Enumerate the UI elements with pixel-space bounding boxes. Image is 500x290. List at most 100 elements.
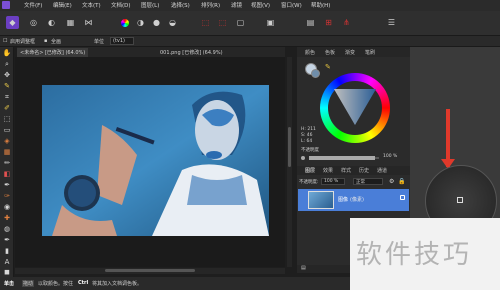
watermark-area: 软件技巧 [350,218,500,290]
color-triangle[interactable] [332,87,378,127]
tab-color[interactable]: 颜色 [305,49,315,56]
paint-brush-icon[interactable]: ✏ [2,159,12,168]
tab-swatches[interactable]: 色板 [325,49,335,56]
status-prefix: 单击 [4,281,15,287]
color-swatch-icon[interactable]: ◼ [2,268,12,277]
levels-icon[interactable]: ● [150,16,163,29]
color-wheel-icon[interactable] [118,16,131,29]
gradient-tool-icon[interactable]: ▦ [2,148,12,157]
tab-effects[interactable]: 效果 [323,167,333,174]
color-wheel[interactable] [320,73,390,143]
menu-arrange[interactable]: 排列(R) [201,1,220,9]
selection-mode-icon[interactable]: ▢ [234,16,247,29]
canvas-photo[interactable] [42,85,269,236]
share-icon[interactable]: ⋈ [82,16,95,29]
contrast-icon[interactable]: ◑ [134,16,147,29]
develop-persona-icon[interactable]: ◐ [45,16,58,29]
crop-tool-icon[interactable]: ⌗ [2,93,12,102]
magnet-icon[interactable]: ⋔ [340,16,353,29]
color-picker-icon[interactable]: ✎ [2,82,12,91]
liquify-persona-icon[interactable]: ◎ [27,16,40,29]
pen-tool-icon[interactable]: ✒ [2,236,12,245]
assistant-icon[interactable]: ☰ [385,16,398,29]
status-bar: 单击 拖动 以取颜色。按住 Ctrl 将其加入文档调色板。 [0,277,350,290]
layer-row[interactable]: 图像 (像素) [298,189,409,211]
menu-filters[interactable]: 滤镜 [231,1,242,9]
view-tool-icon[interactable]: ✋ [2,49,12,58]
menu-document[interactable]: 文档(D) [111,1,131,9]
freehand-select-icon[interactable]: ⬚ [216,16,229,29]
eyedropper-icon[interactable]: ✎ [325,63,331,71]
opacity-value[interactable]: 100 % [383,154,397,159]
selection-brush-icon[interactable]: ✐ [2,104,12,113]
layer-select[interactable]: 全画 [51,38,61,45]
unit-select[interactable]: (tv1) [110,37,134,45]
settings-icon[interactable]: ⚙ [389,178,394,185]
layer-opacity-input[interactable]: 100 % [321,178,345,185]
flood-fill-icon[interactable]: ◈ [2,137,12,146]
document-tabs: <未命名> [已修改] (64.0%) 001.png [已修改] (64.9%… [17,47,285,57]
photo-persona-icon[interactable]: ◆ [6,16,19,29]
layer-opacity-label: 不透明度: [299,180,319,185]
main-toolbar: ◆ ◎ ◐ ▦ ⋈ ◑ ● ◒ ⬚ ⬚ ▢ ▣ ▤ ⊞ ⋔ ☰ [0,11,500,36]
marquee-select-icon[interactable]: ⬚ [199,16,212,29]
menu-layer[interactable]: 图层(L) [141,1,159,9]
tone-map-persona-icon[interactable]: ▦ [64,16,77,29]
saturation-value: S: 46 [301,133,313,138]
tab-history[interactable]: 历史 [359,167,369,174]
shape-tool-icon[interactable]: ▮ [2,247,12,256]
menu-select[interactable]: 选择(S) [171,1,190,9]
app-logo[interactable] [2,1,10,9]
tab-styles[interactable]: 样式 [341,167,351,174]
doc-tab-untitled[interactable]: <未命名> [已修改] (64.0%) [17,48,89,57]
clone-brush-icon[interactable]: ✑ [2,192,12,201]
flood-select-icon[interactable]: ⬚ [2,115,12,124]
menu-help[interactable]: 帮助(H) [311,1,330,9]
status-mode: 拖动 [22,280,35,287]
lock-icon[interactable]: 🔒 [398,178,405,185]
hue-value: H: 211 [301,127,316,132]
checkbox-icon[interactable]: ☐ [3,38,7,44]
menu-edit[interactable]: 编辑(E) [53,1,72,9]
layer-visibility-checkbox[interactable] [400,195,405,200]
menu-text[interactable]: 文本(T) [82,1,101,9]
tab-brushes[interactable]: 笔刷 [365,49,375,56]
secondary-color-swatch[interactable] [311,69,320,78]
red-eye-icon[interactable]: ◍ [2,225,12,234]
layers-menu-icon[interactable]: ▤ [301,265,306,271]
text-tool-icon[interactable]: A [2,258,12,267]
dodge-brush-icon[interactable]: ✒ [2,181,12,190]
grid-icon[interactable]: ▤ [304,16,317,29]
watermark-text: 软件技巧 [356,240,473,270]
status-key: Ctrl [78,280,89,286]
opacity-dot-icon [301,156,305,160]
doc-tab-001[interactable]: 001.png [已修改] (64.9%) [157,48,226,57]
quick-mask-icon[interactable]: ▣ [264,16,277,29]
horizontal-scrollbar[interactable] [15,268,285,274]
menu-bar: 文件(F) 编辑(E) 文本(T) 文档(D) 图层(L) 选择(S) 排列(R… [0,0,500,11]
erase-brush-icon[interactable]: ◧ [2,170,12,179]
tab-gradient[interactable]: 渐变 [345,49,355,56]
marquee-tool-icon[interactable]: ▭ [2,126,12,135]
menu-window[interactable]: 窗口(W) [281,1,302,9]
blend-mode-select[interactable]: 正常 [353,178,383,185]
vertical-scrollbar[interactable] [287,57,292,267]
healing-brush-icon[interactable]: ✚ [2,214,12,223]
lightness-value: L: 64 [301,139,313,144]
layer-name: (像素) [350,197,364,203]
opacity-slider[interactable] [309,156,379,160]
tools-panel: ✋ ⌕ ✥ ✎ ⌗ ✐ ⬚ ▭ ◈ ▦ ✏ ◧ ✒ ✑ ◉ ✚ ◍ ✒ ▮ A … [0,47,14,277]
menu-file[interactable]: 文件(F) [24,1,42,9]
tab-channels[interactable]: 通道 [377,167,387,174]
status-text2: 将其加入文档调色板。 [92,281,143,287]
move-tool-icon[interactable]: ✥ [2,71,12,80]
snapping-icon[interactable]: ⊞ [322,16,335,29]
context-toolbar: ☐ 启用调整框 ▪ 全画 单位 (tv1) [0,36,500,47]
menu-view[interactable]: 视图(V) [251,1,270,9]
tab-layers[interactable]: 图层 [305,167,315,174]
transform-label: 启用调整框 [10,39,36,45]
blur-brush-icon[interactable]: ◉ [2,203,12,212]
zoom-tool-icon[interactable]: ⌕ [2,60,12,69]
white-balance-icon[interactable]: ◒ [166,16,179,29]
portrait-image [42,85,269,236]
